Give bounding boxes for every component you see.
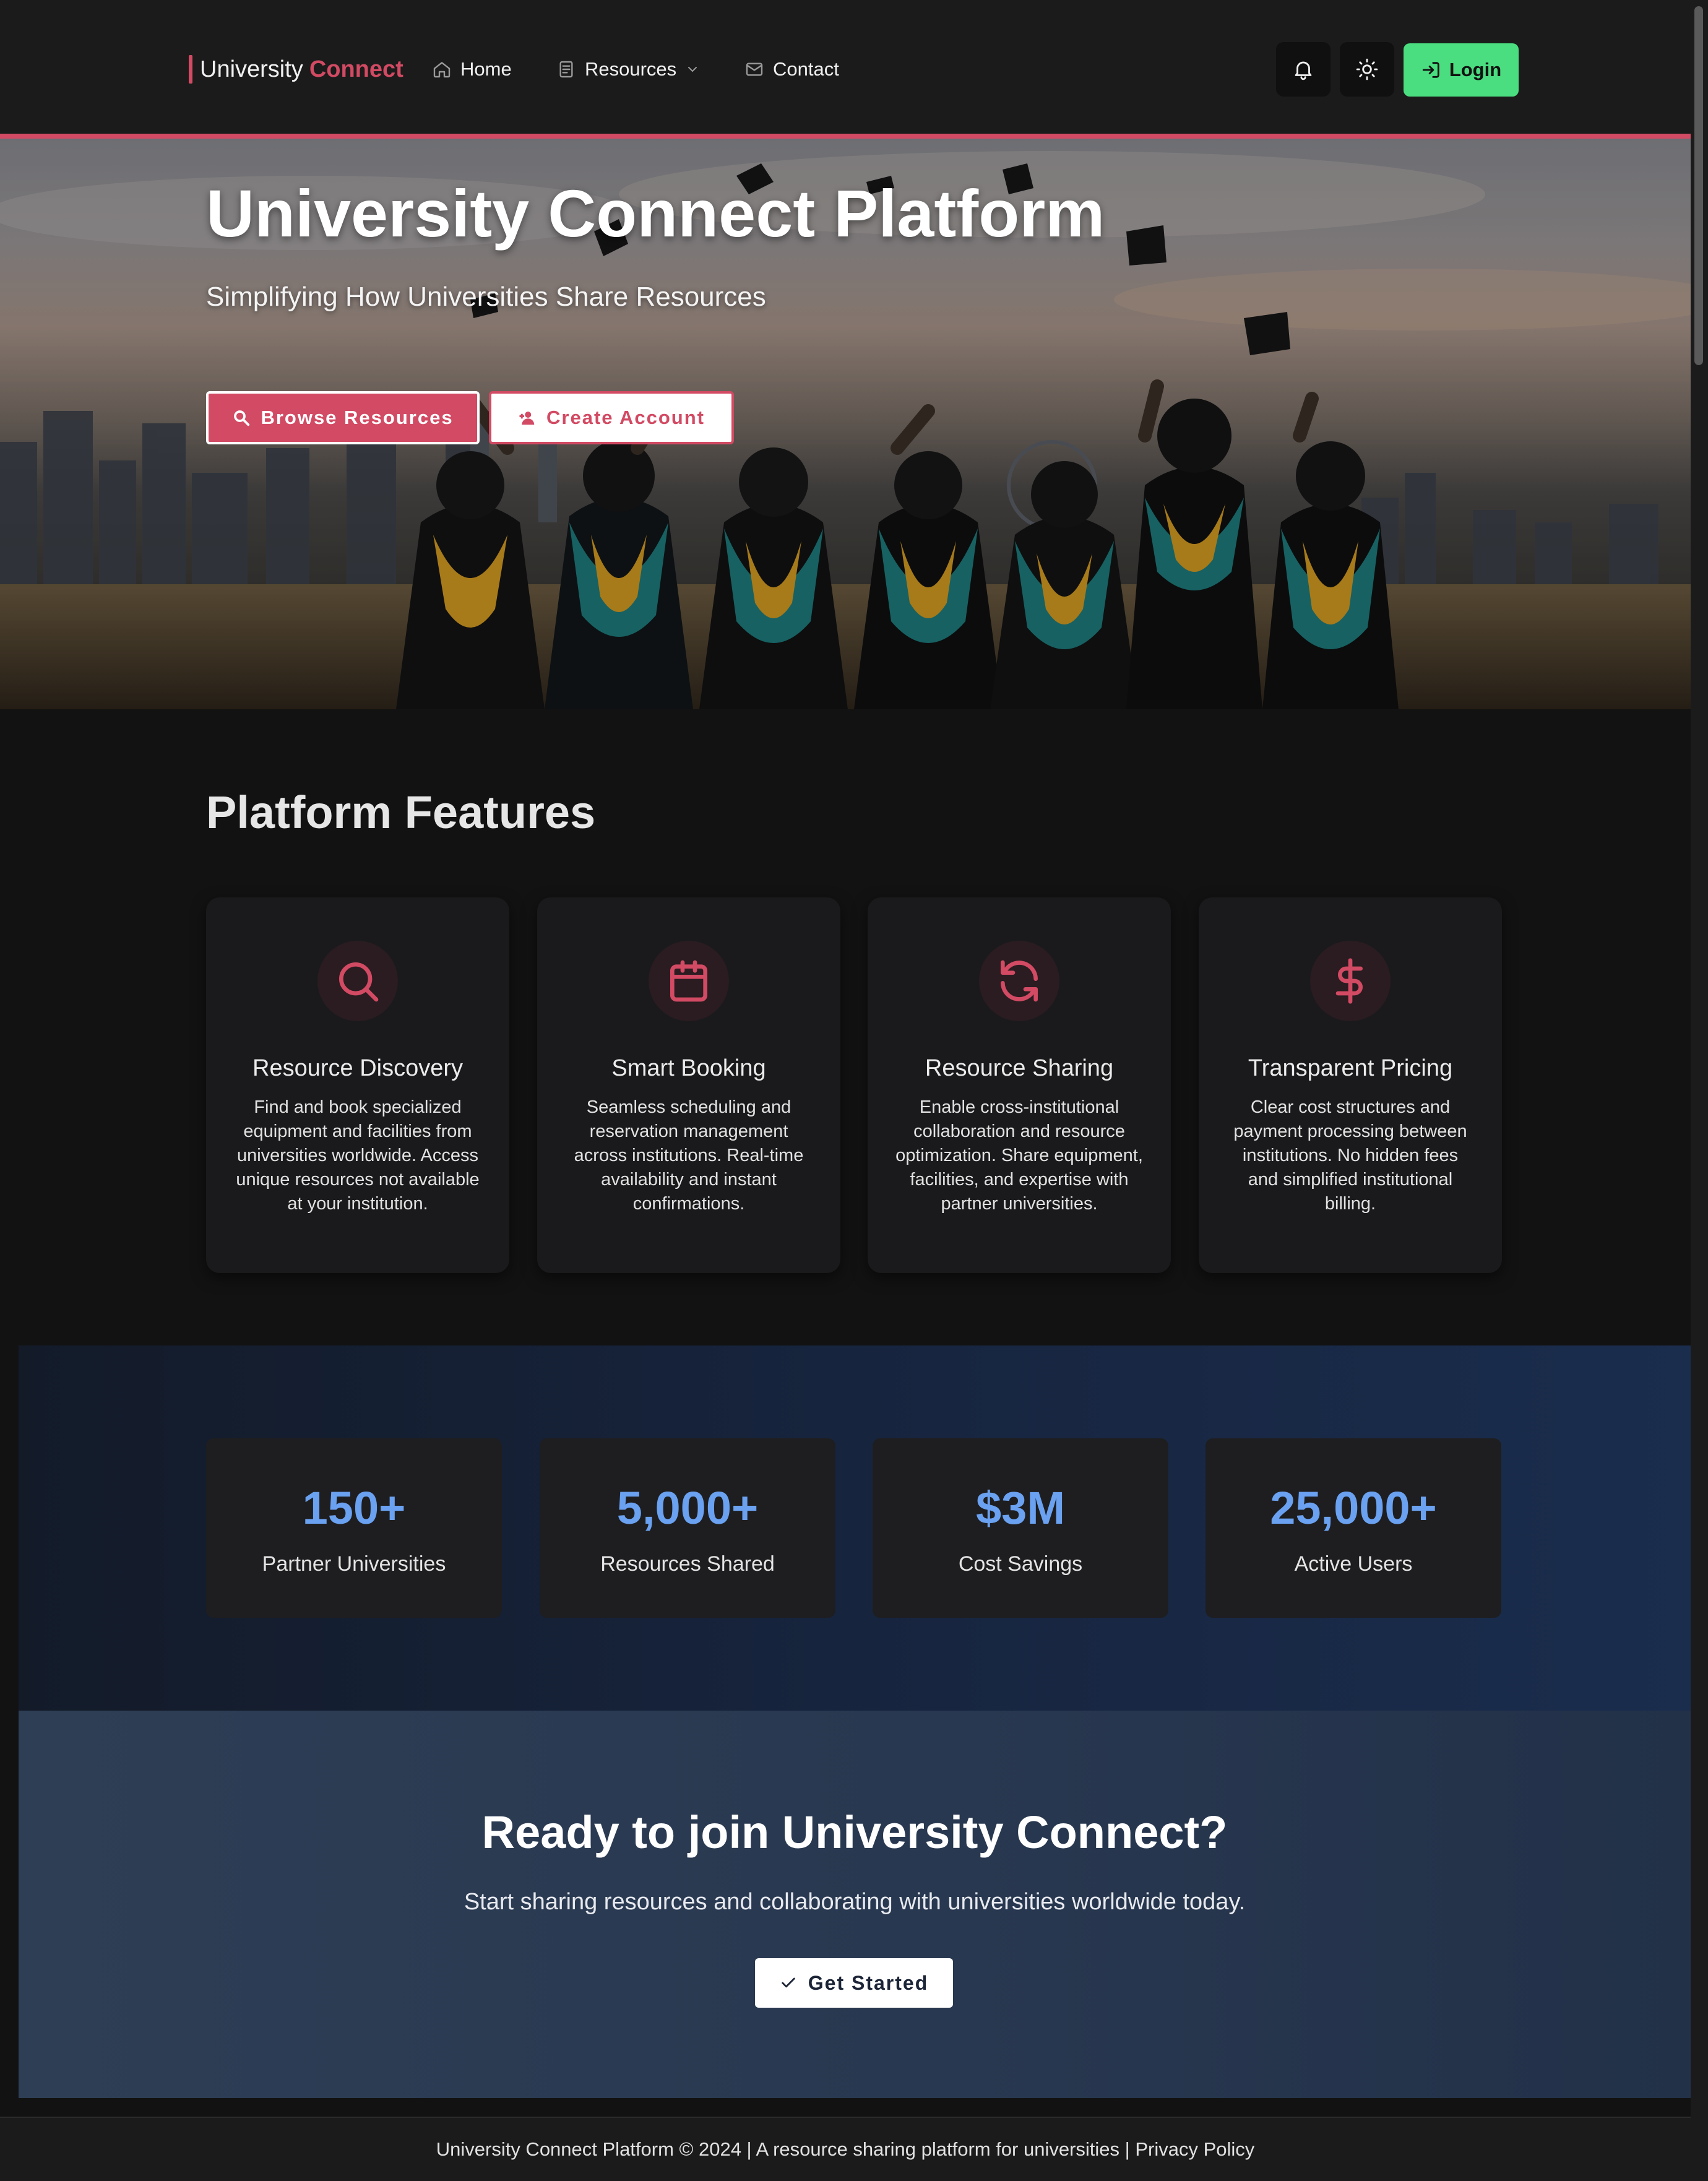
stat-label: Cost Savings: [958, 1552, 1083, 1576]
add-user-icon: [519, 412, 535, 425]
calendar-icon: [670, 960, 707, 1002]
nav-link-home[interactable]: Home: [432, 54, 512, 84]
stat-label: Resources Shared: [600, 1552, 775, 1576]
stat-label: Active Users: [1294, 1552, 1413, 1576]
login-label: Login: [1449, 59, 1502, 80]
hero-subtitle: Simplifying How Universities Share Resou…: [206, 282, 766, 312]
nav-link-label: Resources: [585, 58, 677, 80]
feature-description: Seamless scheduling and reservation mana…: [574, 1097, 804, 1214]
chevron-down-icon: [688, 67, 697, 72]
feature-description: Enable cross-institutional collaboration…: [895, 1097, 1143, 1214]
search-icon: [234, 410, 250, 426]
brand-logo[interactable]: University Connect: [189, 54, 403, 84]
browse-resources-button[interactable]: Browse Resources: [206, 391, 480, 444]
login-button[interactable]: Login: [1404, 43, 1519, 97]
feature-card-resource-sharing: Resource Sharing Enable cross-institutio…: [868, 897, 1171, 1273]
bell-icon: [1295, 61, 1312, 80]
create-account-button[interactable]: Create Account: [489, 391, 734, 444]
feature-icon-badge: [317, 941, 398, 1021]
search-icon: [339, 962, 379, 1002]
check-icon: [782, 1977, 795, 1988]
sun-icon: [1356, 58, 1378, 80]
notifications-button[interactable]: [1276, 42, 1331, 97]
feature-title: Transparent Pricing: [1248, 1055, 1453, 1081]
brand-accent-bar: [189, 55, 192, 84]
hero-title: University Connect Platform: [206, 176, 1105, 251]
brand-name: University: [200, 56, 303, 82]
navbar-accent-line: [0, 134, 1691, 139]
footer-text: University Connect Platform © 2024 | A r…: [436, 2138, 1255, 2160]
top-navbar: University Connect Home Resources Contac…: [0, 0, 1691, 134]
feature-title: Resource Sharing: [925, 1055, 1114, 1081]
nav-link-label: Contact: [773, 58, 839, 80]
feature-title: Resource Discovery: [252, 1055, 463, 1081]
login-arrow-icon: [1422, 62, 1439, 78]
nav-link-resources[interactable]: Resources: [556, 54, 700, 84]
mail-icon: [746, 63, 763, 76]
feature-card-smart-booking: Smart Booking Seamless scheduling and re…: [537, 897, 840, 1273]
nav-link-label: Home: [460, 58, 512, 80]
features-heading: Platform Features: [206, 787, 596, 838]
get-started-label: Get Started: [808, 1971, 929, 1994]
stat-card-partner-universities: 150+ Partner Universities: [206, 1438, 502, 1618]
page-scrollbar[interactable]: [1691, 0, 1708, 2181]
feature-description: Find and book specialized equipment and …: [236, 1097, 480, 1214]
stat-card-active-users: 25,000+ Active Users: [1206, 1438, 1501, 1618]
feature-icon-badge: [979, 941, 1059, 1021]
document-icon: [559, 61, 573, 78]
browse-resources-label: Browse Resources: [261, 407, 454, 428]
feature-card-resource-discovery: Resource Discovery Find and book special…: [206, 897, 509, 1273]
home-icon: [433, 62, 451, 78]
cta-text: Start sharing resources and collaboratin…: [464, 1889, 1246, 1915]
stat-card-cost-savings: $3M Cost Savings: [873, 1438, 1168, 1618]
theme-toggle-button[interactable]: [1340, 42, 1394, 97]
stat-label: Partner Universities: [262, 1552, 446, 1576]
stat-value: 5,000+: [616, 1482, 759, 1534]
get-started-button[interactable]: Get Started: [755, 1958, 953, 2008]
feature-description: Clear cost structures and payment proces…: [1233, 1097, 1467, 1214]
cta-title: Ready to join University Connect?: [481, 1807, 1228, 1858]
feature-card-transparent-pricing: Transparent Pricing Clear cost structure…: [1199, 897, 1502, 1273]
nav-link-contact[interactable]: Contact: [744, 54, 839, 84]
sync-icon: [1001, 960, 1038, 1002]
stat-value: 25,000+: [1270, 1482, 1437, 1534]
create-account-label: Create Account: [546, 407, 705, 428]
feature-icon-badge: [1310, 941, 1391, 1021]
feature-title: Smart Booking: [611, 1055, 766, 1081]
dollar-icon: [1335, 958, 1363, 1004]
brand-name-accent: Connect: [309, 56, 403, 82]
scrollbar-thumb[interactable]: [1694, 6, 1703, 365]
stat-card-resources-shared: 5,000+ Resources Shared: [540, 1438, 835, 1618]
feature-icon-badge: [649, 941, 729, 1021]
stat-value: 150+: [302, 1482, 406, 1534]
footer: University Connect Platform © 2024 | A r…: [0, 2117, 1691, 2181]
stat-value: $3M: [976, 1482, 1065, 1534]
